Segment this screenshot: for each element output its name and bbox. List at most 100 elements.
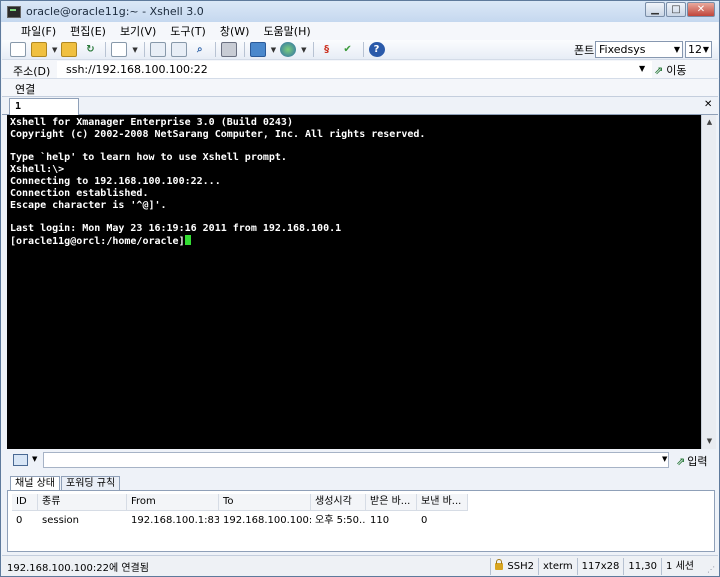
new-session-icon[interactable]: [10, 42, 26, 57]
transfer-icon[interactable]: [249, 42, 266, 57]
table-cell: session: [42, 515, 80, 526]
toolbar-separator: [143, 42, 145, 57]
chevron-down-icon: ▼: [702, 45, 709, 54]
table-cell: 0: [421, 515, 428, 526]
toolbar-separator: [243, 42, 245, 57]
terminal-app-icon: [7, 5, 21, 18]
menu-file[interactable]: 파일(F): [14, 23, 63, 39]
address-bar: 주소(D) ssh://192.168.100.100:22 ▼ ⇗ 이동: [2, 60, 718, 79]
menu-edit[interactable]: 편집(E): [63, 23, 113, 39]
terminal-line: Connecting to 192.168.100.100:22...: [10, 175, 221, 187]
resize-grip-icon[interactable]: ⋰: [707, 565, 715, 574]
table-cell: 0: [16, 515, 23, 526]
xftp-icon[interactable]: ✔: [340, 42, 356, 57]
column-header[interactable]: 받은 바...: [366, 494, 417, 511]
column-header[interactable]: 보낸 바...: [417, 494, 468, 511]
terminal-cursor: [184, 234, 191, 245]
column-header[interactable]: To: [219, 494, 311, 511]
close-icon[interactable]: ✕: [704, 99, 712, 110]
compose-window-icon[interactable]: [13, 454, 28, 466]
column-header[interactable]: 종류: [38, 494, 127, 511]
column-header[interactable]: From: [127, 494, 219, 511]
menu-window[interactable]: 창(W): [213, 23, 257, 39]
menu-bar: 파일(F) 편집(E) 보기(V) 도구(T) 창(W) 도움말(H): [2, 22, 718, 40]
xshell-window: oracle@oracle11g:~ - Xshell 3.0 ▁ □ ✕ 파일…: [0, 0, 720, 577]
terminal-line: Connection established.: [10, 187, 149, 199]
find-icon[interactable]: ⌕: [192, 42, 208, 57]
menu-view[interactable]: 보기(V): [113, 23, 163, 39]
tab-forwarding-rules[interactable]: 포워딩 규칙: [61, 476, 121, 491]
chevron-down-icon[interactable]: ▼: [32, 455, 37, 463]
font-size-select[interactable]: 12 ▼: [685, 41, 712, 58]
bottom-tab-bar: 채널 상태 포워딩 규칙: [7, 475, 715, 491]
status-terminal-type: xterm: [538, 558, 577, 575]
terminal-screen[interactable]: Xshell for Xmanager Enterprise 3.0 (Buil…: [7, 115, 701, 449]
toolbar: ▼ ↻ ▼ ⌕ ▼ ▼ § ✔ ? 폰트 Fixedsys ▼ 12 ▼: [2, 40, 718, 60]
copy-icon[interactable]: [149, 42, 166, 57]
chevron-down-icon[interactable]: ▼: [662, 455, 667, 463]
font-select-value: Fixedsys: [599, 43, 646, 56]
window-title: oracle@oracle11g:~ - Xshell 3.0: [26, 5, 204, 18]
close-button[interactable]: ✕: [687, 2, 715, 17]
chevron-down-icon[interactable]: ▼: [301, 46, 306, 54]
terminal-scrollbar[interactable]: ▲ ▼: [701, 115, 716, 449]
address-input[interactable]: ssh://192.168.100.100:22: [57, 61, 652, 78]
help-icon[interactable]: ?: [368, 42, 385, 57]
table-cell: 110: [370, 515, 390, 526]
compose-bar: ▼ ▼ ⇗ 입력: [7, 450, 717, 470]
font-select[interactable]: Fixedsys ▼: [595, 41, 683, 58]
go-button[interactable]: ⇗ 이동: [654, 62, 686, 78]
menu-help[interactable]: 도움말(H): [256, 23, 317, 39]
window-controls: ▁ □ ✕: [645, 2, 715, 17]
reconnect-icon[interactable]: ↻: [82, 42, 98, 57]
terminal-line: Escape character is '^@]'.: [10, 199, 167, 211]
status-protocol: SSH2: [490, 558, 538, 575]
connect-folder-icon[interactable]: [61, 42, 78, 57]
chevron-down-icon[interactable]: ▼: [52, 46, 57, 54]
status-sessions: 1 세션: [661, 558, 698, 575]
table-row[interactable]: 0 session 192.168.100.1:8338 192.168.100…: [12, 513, 468, 529]
table-cell: 192.168.100.100:22: [223, 515, 311, 526]
go-label: 이동: [666, 64, 687, 77]
scroll-up-icon[interactable]: ▲: [702, 115, 717, 130]
terminal-line: Xshell:\>: [10, 164, 65, 176]
links-label[interactable]: 연결: [15, 81, 35, 97]
terminal-prompt-line: [oracle11g@orcl:/home/oracle]: [10, 234, 698, 247]
globe-icon[interactable]: [280, 42, 297, 57]
table-cell: 오후 5:50...: [315, 515, 366, 526]
chevron-down-icon[interactable]: ▼: [132, 46, 137, 54]
status-dimensions: 117x28: [576, 558, 624, 575]
menu-tools[interactable]: 도구(T): [163, 23, 213, 39]
paste-icon[interactable]: [170, 42, 187, 57]
maximize-button[interactable]: □: [666, 2, 686, 17]
compose-send-button[interactable]: ⇗ 입력: [676, 453, 707, 469]
session-tab-oracle11g[interactable]: 1 oracle11g: [9, 98, 79, 127]
tab-channel-status[interactable]: 채널 상태: [10, 476, 60, 491]
channel-status-pane: ID 종류 From To 생성시각 받은 바... 보낸 바... 0 ses…: [7, 490, 715, 552]
chevron-down-icon[interactable]: ▼: [639, 64, 645, 73]
compose-send-label: 입력: [687, 455, 708, 468]
font-label: 폰트: [574, 44, 595, 57]
chevron-down-icon: ▼: [673, 45, 680, 54]
print-icon[interactable]: [220, 42, 237, 57]
terminal-line: Copyright (c) 2002-2008 NetSarang Comput…: [10, 128, 426, 140]
send-icon: ⇗: [676, 454, 686, 468]
xmanager-icon[interactable]: §: [319, 42, 335, 57]
scroll-down-icon[interactable]: ▼: [702, 434, 717, 449]
terminal-line: Type `help' to learn how to use Xshell p…: [10, 152, 287, 164]
status-cells: SSH2 xterm 117x28 11,30 1 세션: [490, 556, 698, 577]
toolbar-separator: [362, 42, 364, 57]
terminal-line: Last login: Mon May 23 16:19:16 2011 fro…: [10, 223, 342, 235]
chevron-down-icon[interactable]: ▼: [271, 46, 276, 54]
column-header[interactable]: 생성시각: [311, 494, 366, 511]
links-bar: 연결: [2, 79, 718, 97]
column-header[interactable]: ID: [12, 494, 38, 511]
open-folder-icon[interactable]: [31, 42, 47, 57]
table-cell: 192.168.100.1:8338: [131, 515, 219, 526]
properties-icon[interactable]: [111, 42, 128, 57]
terminal-line: Xshell for Xmanager Enterprise 3.0 (Buil…: [10, 117, 293, 128]
compose-input[interactable]: [43, 452, 669, 468]
minimize-button[interactable]: ▁: [645, 2, 665, 17]
title-bar: oracle@oracle11g:~ - Xshell 3.0 ▁ □ ✕: [1, 1, 719, 22]
